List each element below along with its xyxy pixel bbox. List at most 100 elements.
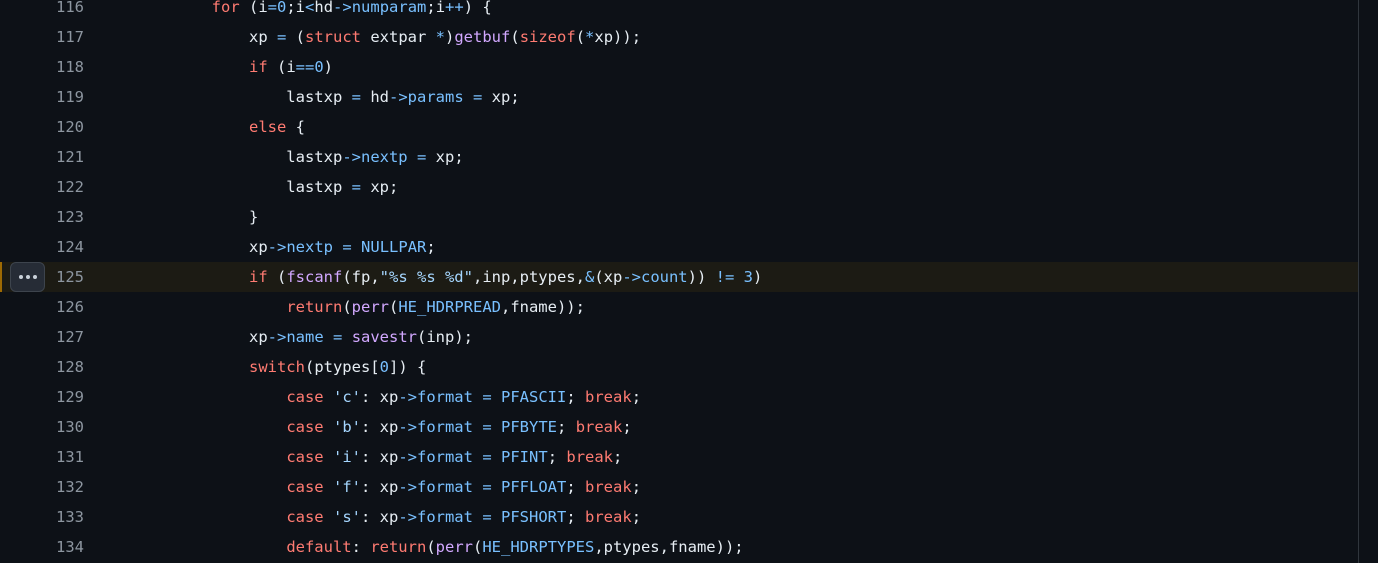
line-number[interactable]: 128	[0, 352, 84, 382]
code-line[interactable]: 129 case 'c': xp->format = PFASCII; brea…	[0, 382, 1358, 412]
line-number[interactable]: 131	[0, 442, 84, 472]
code-token: 'b'	[332, 418, 361, 436]
code-line[interactable]: 134 default: return(perr(HE_HDRPTYPES,pt…	[0, 532, 1358, 562]
code-token: (i	[267, 58, 296, 76]
line-code: for (i=0;i<hd->numparam;i++) {	[137, 0, 492, 22]
code-token: PFASCII	[501, 388, 567, 406]
code-line[interactable]: 122 lastxp = xp;	[0, 172, 1358, 202]
code-token: xp;	[360, 178, 399, 196]
code-view: 116 for (i=0;i<hd->numparam;i++) {117 xp…	[0, 0, 1358, 563]
code-token: ;	[557, 418, 576, 436]
code-token: xp;	[482, 88, 520, 106]
line-number[interactable]: 126	[0, 292, 84, 322]
line-number[interactable]: 130	[0, 412, 84, 442]
code-token: return	[370, 538, 427, 556]
code-token: xp	[137, 238, 268, 256]
line-number[interactable]: 116	[0, 0, 84, 22]
code-token: =	[473, 88, 483, 106]
code-token: )	[753, 268, 763, 286]
code-line[interactable]: 124 xp->nextp = NULLPAR;	[0, 232, 1358, 262]
code-token: *	[585, 28, 595, 46]
code-token: if	[248, 58, 268, 76]
code-token: (	[472, 538, 483, 556]
code-line[interactable]: 133 case 's': xp->format = PFSHORT; brea…	[0, 502, 1358, 532]
code-token: case	[286, 478, 324, 496]
code-token: 0	[379, 358, 389, 376]
line-number[interactable]: 118	[0, 52, 84, 82]
code-line[interactable]: 119 lastxp = hd->params = xp;	[0, 82, 1358, 112]
code-token: (	[575, 28, 586, 46]
code-token: =	[482, 448, 492, 466]
line-code: }	[137, 202, 258, 232]
code-line[interactable]: 116 for (i=0;i<hd->numparam;i++) {	[0, 0, 1358, 22]
line-number[interactable]: 132	[0, 472, 84, 502]
line-options-button[interactable]	[10, 262, 45, 292]
code-token: =	[482, 508, 492, 526]
line-number[interactable]: 120	[0, 112, 84, 142]
code-token: nextp	[360, 148, 408, 166]
line-code: if (fscanf(fp,"%s %s %d",inp,ptypes,&(xp…	[137, 262, 762, 292]
code-token: )	[323, 58, 334, 76]
code-token: : xp	[360, 448, 399, 466]
code-token: fscanf	[286, 268, 343, 286]
code-token: !=	[715, 268, 735, 286]
code-line[interactable]: 121 lastxp->nextp = xp;	[0, 142, 1358, 172]
code-token: 'c'	[332, 388, 361, 406]
line-number[interactable]: 127	[0, 322, 84, 352]
code-token: ;	[566, 508, 586, 526]
code-line[interactable]: 130 case 'b': xp->format = PFBYTE; break…	[0, 412, 1358, 442]
code-token: : xp	[360, 478, 399, 496]
code-token: ,fname));	[500, 298, 585, 316]
line-number[interactable]: 117	[0, 22, 84, 52]
code-token: savestr	[351, 328, 418, 346]
code-line[interactable]: 127 xp->name = savestr(inp);	[0, 322, 1358, 352]
code-token: ,inp,ptypes,	[472, 268, 585, 286]
code-token: ->	[398, 418, 417, 436]
code-line[interactable]: 131 case 'i': xp->format = PFINT; break;	[0, 442, 1358, 472]
code-token: break	[575, 418, 623, 436]
line-code: xp->nextp = NULLPAR;	[137, 232, 436, 262]
line-number[interactable]: 124	[0, 232, 84, 262]
code-token: =	[351, 88, 361, 106]
line-number[interactable]: 134	[0, 532, 84, 562]
code-token: for	[211, 0, 240, 16]
code-token: xp	[137, 28, 277, 46]
code-token: struct	[305, 28, 361, 46]
code-token: PFBYTE	[501, 418, 558, 436]
code-token: : xp	[360, 508, 399, 526]
line-number[interactable]: 129	[0, 382, 84, 412]
code-line[interactable]: 125 if (fscanf(fp,"%s %s %d",inp,ptypes,…	[0, 262, 1358, 292]
line-number[interactable]: 123	[0, 202, 84, 232]
code-line[interactable]: 132 case 'f': xp->format = PFFLOAT; brea…	[0, 472, 1358, 502]
code-token: count	[640, 268, 688, 286]
code-token: {	[286, 118, 305, 136]
code-token: =	[482, 388, 492, 406]
code-token: format	[416, 388, 473, 406]
code-token: xp	[137, 328, 268, 346]
line-number[interactable]: 119	[0, 82, 84, 112]
code-token: ;	[547, 448, 567, 466]
line-number[interactable]: 121	[0, 142, 84, 172]
code-token: case	[286, 388, 324, 406]
line-number[interactable]: 133	[0, 502, 84, 532]
code-line[interactable]: 120 else {	[0, 112, 1358, 142]
code-line[interactable]: 128 switch(ptypes[0]) {	[0, 352, 1358, 382]
code-token: ;	[566, 478, 586, 496]
code-line[interactable]: 117 xp = (struct extpar *)getbuf(sizeof(…	[0, 22, 1358, 52]
code-token: case	[286, 418, 324, 436]
code-line[interactable]: 123 }	[0, 202, 1358, 232]
code-line[interactable]: 118 if (i==0)	[0, 52, 1358, 82]
code-line[interactable]: 126 return(perr(HE_HDRPREAD,fname));	[0, 292, 1358, 322]
line-number[interactable]: 122	[0, 172, 84, 202]
